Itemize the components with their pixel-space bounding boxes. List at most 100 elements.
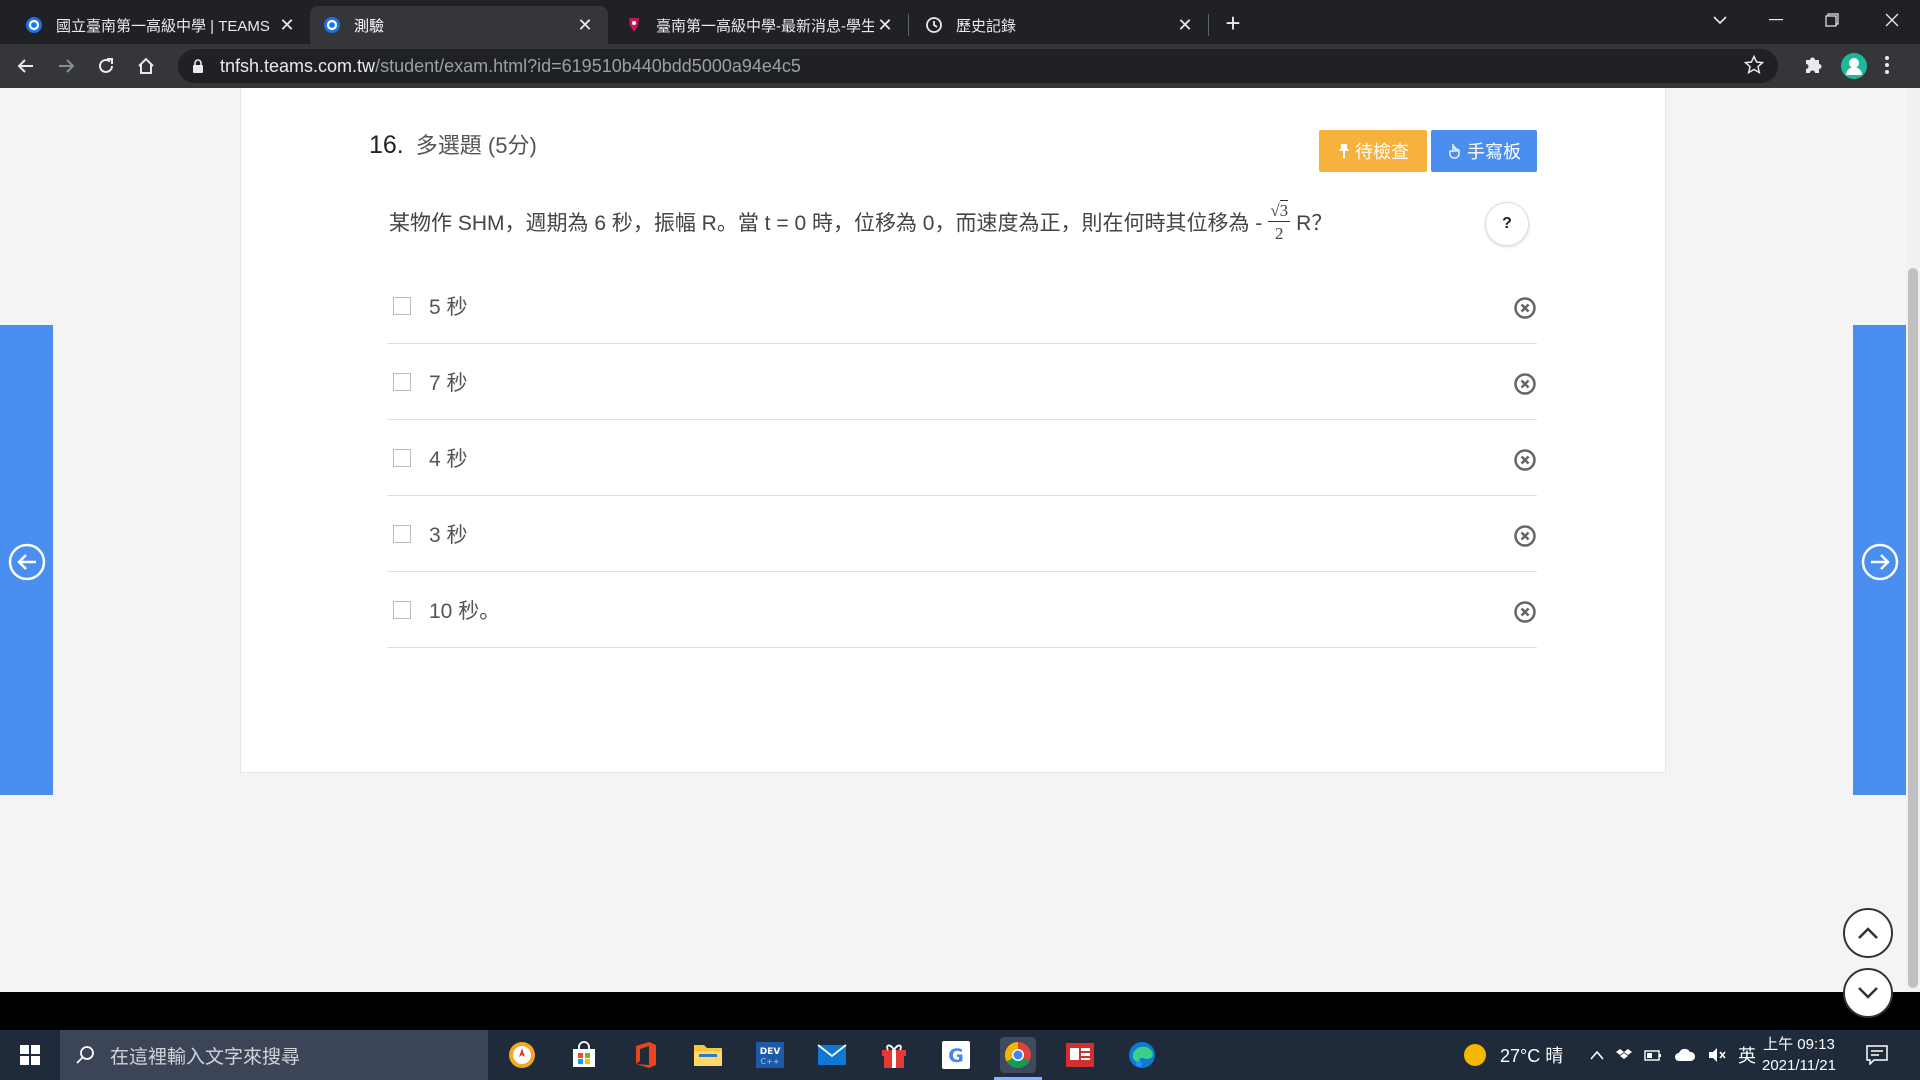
- devcpp-icon: DEVC++: [756, 1042, 784, 1068]
- answer-option[interactable]: 3 秒: [387, 496, 1537, 572]
- question-type: 多選題 (5分): [415, 133, 537, 158]
- answer-option[interactable]: 10 秒。: [387, 572, 1537, 648]
- weather-text: 27°C 晴: [1500, 1046, 1564, 1066]
- question-number: 16.: [369, 131, 404, 159]
- windows-taskbar: 在這裡輸入文字來搜尋 DEV C++ G 27°C 晴 英 上午 09:13 2…: [0, 1030, 1920, 1080]
- mark-pending-button[interactable]: 待檢查: [1319, 130, 1427, 172]
- system-tray: 英: [1590, 1030, 1756, 1080]
- start-button[interactable]: [0, 1030, 60, 1080]
- taskbar-search-box[interactable]: 在這裡輸入文字來搜尋: [60, 1030, 488, 1080]
- scrollbar-thumb[interactable]: [1908, 268, 1918, 988]
- answer-option[interactable]: 4 秒: [387, 420, 1537, 496]
- home-button[interactable]: [130, 50, 162, 82]
- url-text[interactable]: tnfsh.teams.com.tw/student/exam.html?id=…: [220, 56, 801, 77]
- back-button[interactable]: [10, 50, 42, 82]
- tab-separator: [1208, 14, 1209, 36]
- svg-text:G: G: [948, 1045, 964, 1067]
- restore-button[interactable]: [1804, 0, 1860, 40]
- close-tab-icon[interactable]: ✕: [574, 14, 596, 36]
- taskbar-app-nav[interactable]: [504, 1037, 540, 1073]
- volume-muted-icon[interactable]: [1708, 1047, 1726, 1063]
- forward-button[interactable]: [50, 50, 82, 82]
- taskbar-app-store[interactable]: [566, 1037, 602, 1073]
- taskbar-app-mail[interactable]: [814, 1037, 850, 1073]
- option-checkbox[interactable]: [393, 448, 411, 467]
- history-icon: [924, 15, 944, 35]
- tab-history[interactable]: 歷史記錄 ✕: [912, 6, 1208, 44]
- dropbox-icon[interactable]: [1616, 1047, 1632, 1063]
- eliminate-option-icon[interactable]: [1513, 372, 1537, 396]
- eliminate-option-icon[interactable]: [1513, 524, 1537, 548]
- tab-teams[interactable]: 國立臺南第一高級中學 | TEAMS ✕: [12, 6, 310, 44]
- option-label: 7 秒: [429, 371, 468, 395]
- system-clock[interactable]: 上午 09:13 2021/11/21: [1762, 1034, 1836, 1076]
- address-bar[interactable]: tnfsh.teams.com.tw/student/exam.html?id=…: [178, 49, 1778, 83]
- answer-option[interactable]: 7 秒: [387, 344, 1537, 420]
- help-button[interactable]: ?: [1485, 202, 1529, 246]
- page-bottom-band: [0, 968, 1920, 1030]
- chevron-up-icon: [1858, 927, 1878, 939]
- browser-menu-icon[interactable]: [1884, 54, 1890, 81]
- taskbar-app-devcpp[interactable]: DEV C++: [752, 1037, 788, 1073]
- taskbar-app-chrome[interactable]: [994, 1037, 1042, 1080]
- profile-avatar[interactable]: [1840, 52, 1868, 85]
- page-scrollbar[interactable]: [1906, 88, 1920, 992]
- tab-school-news[interactable]: 臺南第一高級中學-最新消息-學生 ✕: [612, 6, 908, 44]
- option-label: 10 秒。: [429, 599, 501, 623]
- svg-text:DEV: DEV: [760, 1047, 781, 1057]
- taskbar-app-explorer[interactable]: [690, 1037, 726, 1073]
- tab-title: 測驗: [354, 17, 385, 35]
- fraction-numerator: √3: [1268, 200, 1291, 222]
- option-checkbox[interactable]: [393, 296, 411, 315]
- extensions-puzzle-icon[interactable]: [1802, 54, 1824, 81]
- school-favicon-icon: [624, 15, 644, 35]
- taskbar-app-edge[interactable]: [1124, 1037, 1160, 1073]
- close-tab-icon[interactable]: ✕: [1174, 14, 1196, 36]
- tab-search-icon[interactable]: [1692, 0, 1748, 40]
- weather-widget[interactable]: 27°C 晴: [1462, 1030, 1563, 1080]
- close-tab-icon[interactable]: ✕: [874, 14, 896, 36]
- arrow-left-circle-icon[interactable]: [8, 543, 46, 581]
- reload-button[interactable]: [90, 50, 122, 82]
- new-tab-button[interactable]: +: [1218, 8, 1248, 38]
- option-checkbox[interactable]: [393, 524, 411, 543]
- chevron-down-icon: [1858, 987, 1878, 999]
- tab-title: 國立臺南第一高級中學 | TEAMS: [56, 17, 270, 35]
- eliminate-option-icon[interactable]: [1513, 448, 1537, 472]
- tab-title: 歷史記錄: [956, 17, 1017, 35]
- onedrive-cloud-icon[interactable]: [1674, 1048, 1696, 1062]
- taskbar-app-gift[interactable]: [876, 1037, 912, 1073]
- taskbar-app-news[interactable]: [1062, 1037, 1098, 1073]
- arrow-right-circle-icon[interactable]: [1861, 543, 1899, 581]
- sun-icon: [1464, 1044, 1486, 1066]
- prev-question-panel[interactable]: [0, 325, 53, 795]
- eliminate-option-icon[interactable]: [1513, 296, 1537, 320]
- close-window-button[interactable]: [1864, 0, 1920, 40]
- scroll-down-button[interactable]: [1843, 968, 1893, 1018]
- battery-icon[interactable]: [1644, 1048, 1662, 1062]
- bookmark-star-icon[interactable]: [1743, 54, 1765, 80]
- taskbar-app-google[interactable]: G: [938, 1037, 974, 1073]
- ime-indicator[interactable]: 英: [1738, 1042, 1756, 1068]
- scroll-to-top-button[interactable]: [1843, 908, 1893, 958]
- option-checkbox[interactable]: [393, 372, 411, 391]
- pin-icon: [1339, 144, 1349, 159]
- minimize-button[interactable]: [1748, 0, 1804, 40]
- eliminate-option-icon[interactable]: [1513, 600, 1537, 624]
- close-tab-icon[interactable]: ✕: [276, 14, 298, 36]
- lock-icon[interactable]: [192, 59, 212, 73]
- svg-text:C++: C++: [761, 1057, 780, 1066]
- store-bag-icon: [573, 1041, 595, 1067]
- taskbar-app-office[interactable]: [628, 1037, 664, 1073]
- handwriting-board-button[interactable]: 手寫板: [1431, 130, 1537, 172]
- action-center-button[interactable]: [1866, 1030, 1888, 1080]
- next-question-panel[interactable]: [1853, 325, 1906, 795]
- chevron-up-icon[interactable]: [1590, 1050, 1604, 1060]
- question-text-before: 某物作 SHM，週期為 6 秒，振幅 R。當 t = 0 時，位移為 0，而速度…: [389, 212, 1263, 235]
- navigation-app-icon: [509, 1042, 535, 1068]
- answer-option[interactable]: 5 秒: [387, 268, 1537, 344]
- tab-exam[interactable]: 測驗 ✕: [310, 6, 608, 44]
- answer-options-list: 5 秒 7 秒 4 秒 3 秒 10 秒。: [387, 268, 1537, 648]
- browser-tab-strip: 國立臺南第一高級中學 | TEAMS ✕ 測驗 ✕ 臺南第一高級中學-最新消息-…: [0, 0, 1920, 44]
- option-checkbox[interactable]: [393, 600, 411, 619]
